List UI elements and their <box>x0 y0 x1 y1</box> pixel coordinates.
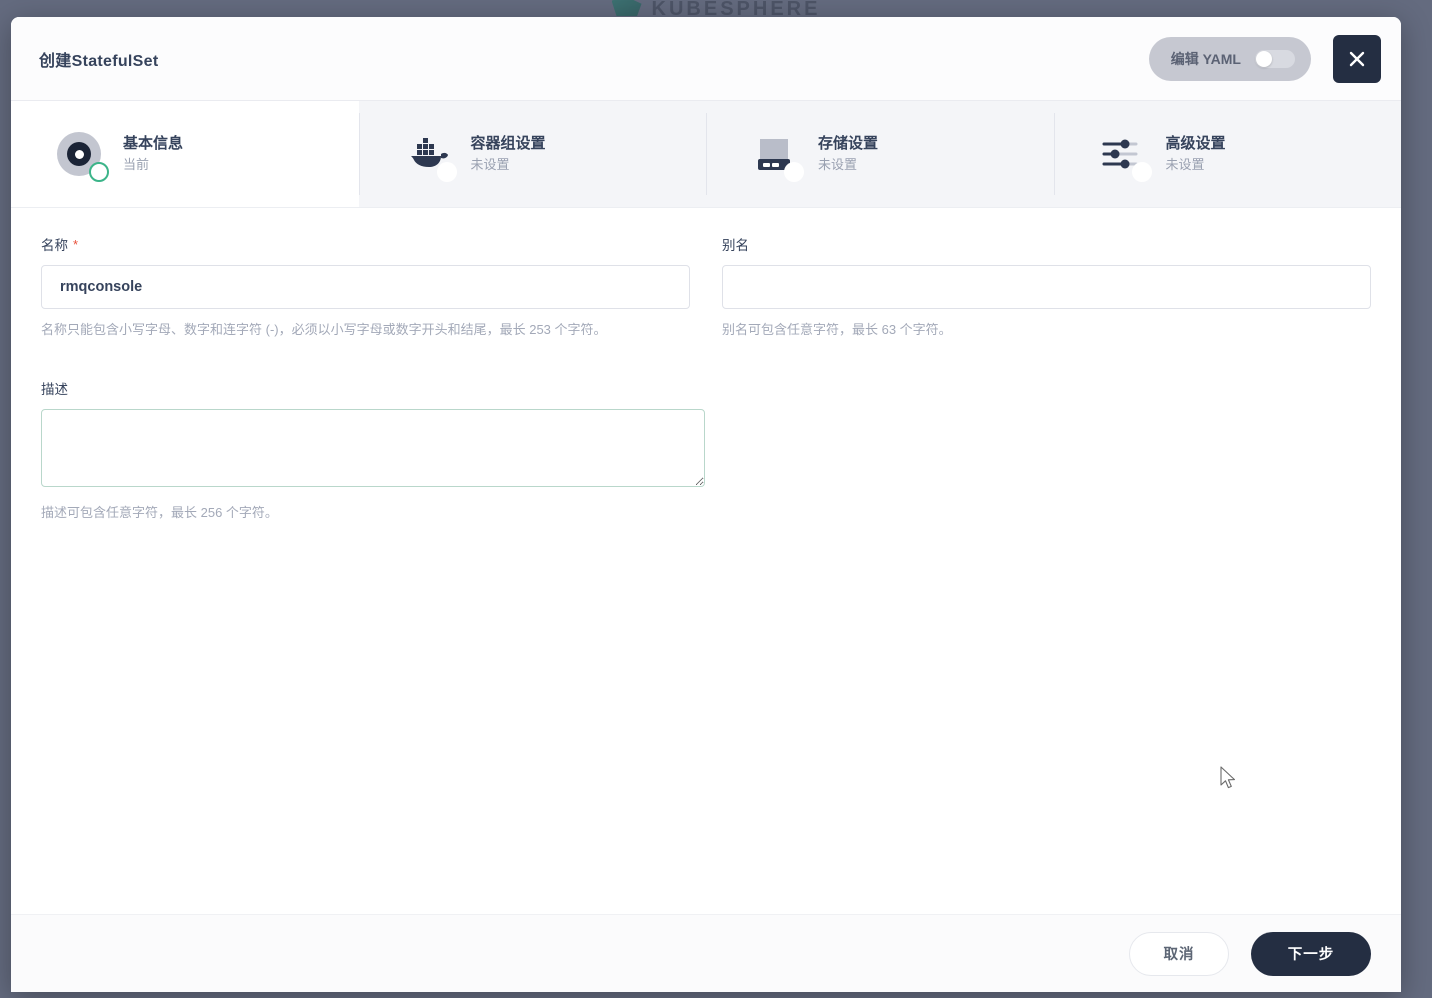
tab-storage-settings[interactable]: 存储设置 未设置 <box>706 101 1054 207</box>
form-row-name-alias: 名称 * 名称只能包含小写字母、数字和连字符 (-)，必须以小写字母或数字开头和… <box>41 234 1371 340</box>
alias-field-label: 别名 <box>722 234 1371 254</box>
page-title: 创建StatefulSet <box>39 52 159 70</box>
field-group-name: 名称 * 名称只能包含小写字母、数字和连字符 (-)，必须以小写字母或数字开头和… <box>41 234 690 340</box>
name-field-label: 名称 * <box>41 234 690 254</box>
tab-pod-settings-label: 容器组设置 <box>470 134 546 152</box>
close-button[interactable] <box>1333 34 1381 83</box>
create-statefulset-modal: 创建StatefulSet 编辑 YAML 基本信息 当前 容器组设置 未设置 … <box>11 17 1401 992</box>
step-status-badge <box>784 162 804 182</box>
cancel-button[interactable]: 取消 <box>1129 931 1229 976</box>
alias-input[interactable] <box>722 265 1371 309</box>
docker-whale-icon <box>401 128 457 182</box>
close-icon <box>1349 51 1365 66</box>
description-label-text: 描述 <box>41 382 68 398</box>
kubesphere-brand-strip: KUBESPHERE <box>0 0 1432 16</box>
edit-yaml-switch[interactable] <box>1255 49 1295 68</box>
basic-info-dot-icon <box>53 128 109 182</box>
form-body: 名称 * 名称只能包含小写字母、数字和连字符 (-)，必须以小写字母或数字开头和… <box>11 208 1401 914</box>
name-input[interactable] <box>41 265 690 309</box>
tab-storage-settings-label: 存储设置 <box>818 134 879 152</box>
modal-header: 创建StatefulSet 编辑 YAML <box>11 17 1401 101</box>
field-group-alias: 别名 别名可包含任意字符，最长 63 个字符。 <box>722 234 1371 340</box>
alias-label-text: 别名 <box>722 238 749 253</box>
tab-basic-info[interactable]: 基本信息 当前 <box>11 101 359 207</box>
step-status-badge <box>1131 162 1152 182</box>
edit-yaml-label: 编辑 YAML <box>1170 50 1241 67</box>
next-step-button[interactable]: 下一步 <box>1251 931 1371 976</box>
step-tabs: 基本信息 当前 容器组设置 未设置 存储设置 未设置 高级设置 未设置 <box>11 101 1401 208</box>
tab-basic-info-status: 当前 <box>123 157 150 173</box>
tab-pod-settings-status: 未设置 <box>470 157 510 173</box>
brand-name: KUBESPHERE <box>651 0 821 16</box>
tab-basic-info-label: 基本信息 <box>123 134 184 152</box>
tab-advanced-settings-status: 未设置 <box>1165 157 1205 173</box>
alias-helper-text: 别名可包含任意字符，最长 63 个字符。 <box>722 322 952 337</box>
tab-advanced-settings[interactable]: 高级设置 未设置 <box>1053 101 1402 207</box>
description-textarea[interactable] <box>41 409 705 488</box>
field-group-description: 描述 描述可包含任意字符，最长 256 个字符。 <box>41 378 1371 523</box>
description-helper-text: 描述可包含任意字符，最长 256 个字符。 <box>41 505 278 521</box>
kubesphere-logo-icon <box>611 0 642 16</box>
name-label-text: 名称 <box>41 238 68 253</box>
step-status-badge <box>436 162 457 182</box>
step-status-badge <box>89 162 109 182</box>
tab-pod-settings[interactable]: 容器组设置 未设置 <box>358 101 707 207</box>
description-field-label: 描述 <box>41 378 1371 398</box>
name-helper-text: 名称只能包含小写字母、数字和连字符 (-)，必须以小写字母或数字开头和结尾，最长… <box>41 322 607 337</box>
sliders-icon <box>1096 128 1152 182</box>
edit-yaml-toggle[interactable]: 编辑 YAML <box>1148 36 1311 81</box>
switch-knob <box>1256 50 1272 67</box>
modal-footer: 取消 下一步 <box>11 914 1401 992</box>
storage-disk-icon <box>748 128 804 182</box>
required-asterisk: * <box>73 236 79 252</box>
tab-advanced-settings-label: 高级设置 <box>1165 134 1226 152</box>
tab-storage-settings-status: 未设置 <box>818 157 858 173</box>
